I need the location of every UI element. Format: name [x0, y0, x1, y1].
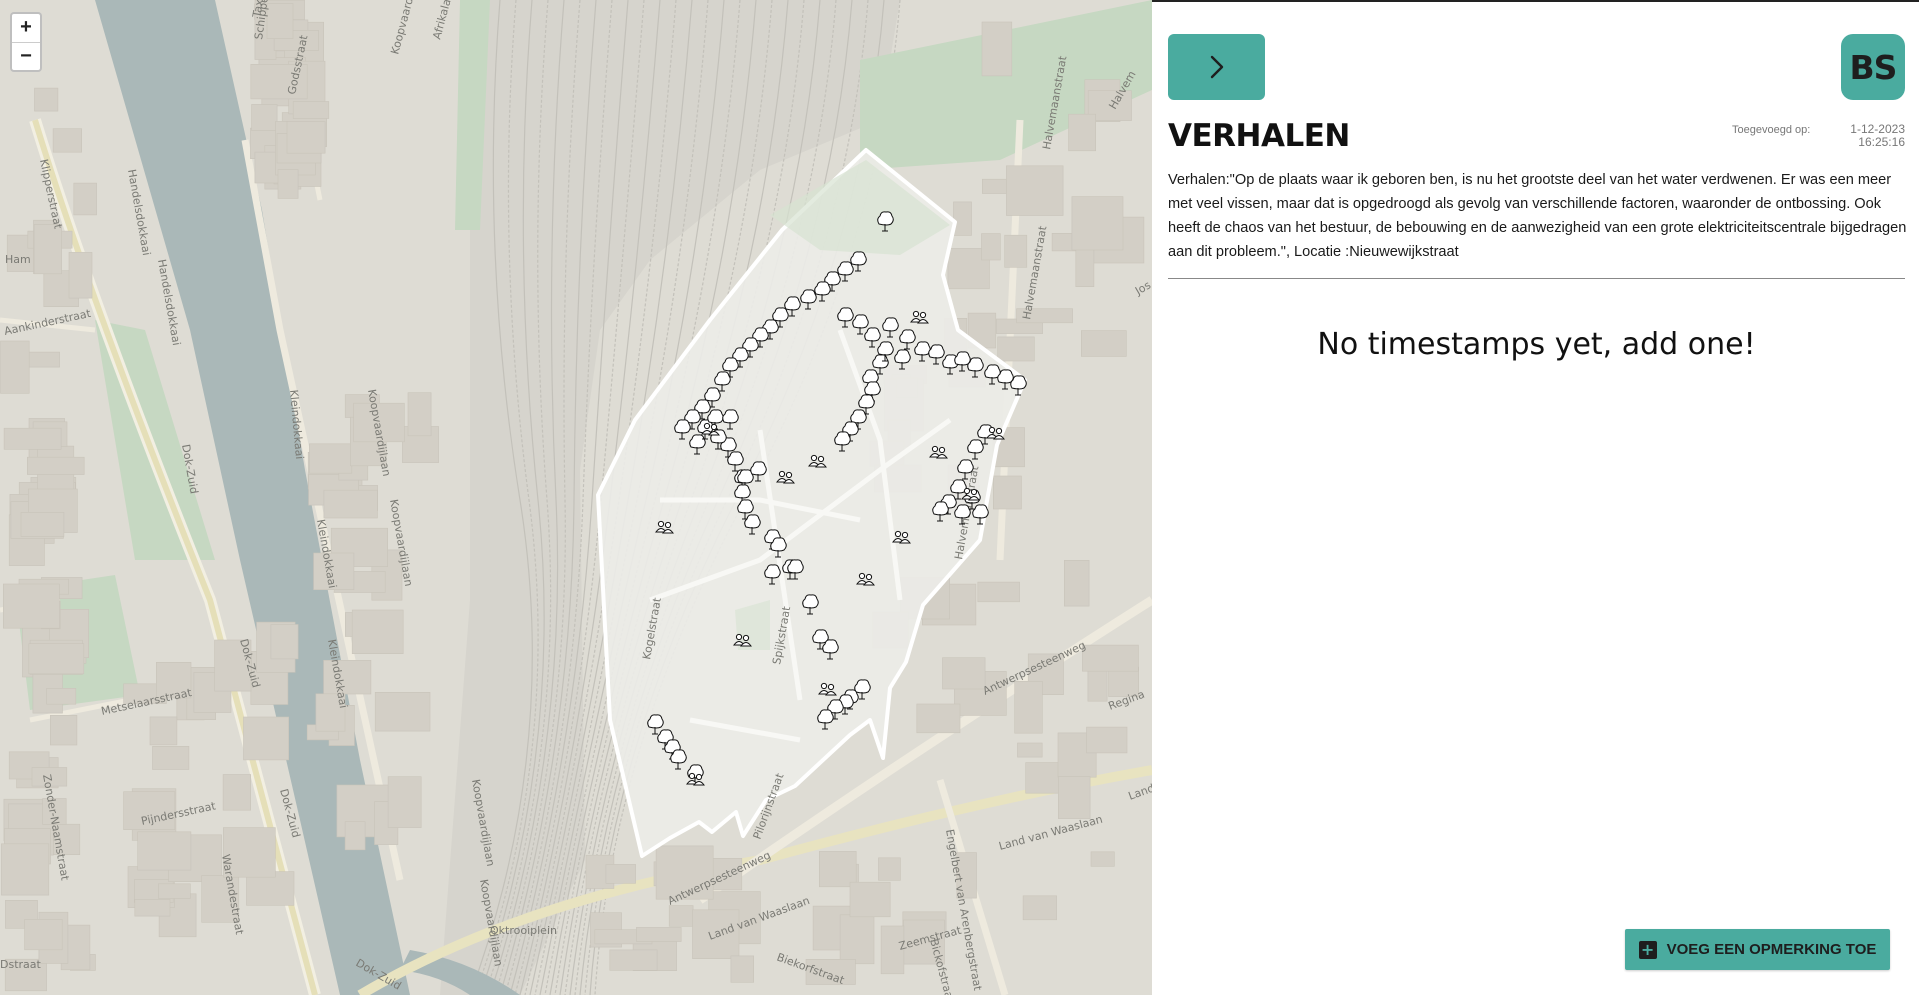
street-label: Dstraat — [0, 958, 42, 971]
zoom-control: + − — [10, 12, 42, 72]
plus-square-icon: + — [1638, 940, 1657, 959]
zoom-in-button[interactable]: + — [12, 14, 40, 42]
story-text: Verhalen:"Op de plaats waar ik geboren b… — [1168, 172, 1907, 260]
add-comment-label: VOEG EEN OPMERKING TOE — [1666, 941, 1877, 958]
add-comment-button[interactable]: + VOEG EEN OPMERKING TOE — [1625, 929, 1890, 970]
chevron-right-icon — [1210, 55, 1223, 79]
zoom-out-button[interactable]: − — [12, 42, 40, 70]
app-root: TaxusstraatSchipperskaaiGodsstraatKoopva… — [0, 0, 1919, 995]
divider — [1168, 278, 1905, 279]
user-avatar[interactable]: BS — [1841, 34, 1905, 100]
added-label: Toegevoegd op: — [1732, 124, 1811, 136]
map-canvas[interactable]: TaxusstraatSchipperskaaiGodsstraatKoopva… — [0, 0, 1152, 995]
map-view[interactable]: TaxusstraatSchipperskaaiGodsstraatKoopva… — [0, 0, 1152, 995]
added-time: 16:25:16 — [1858, 135, 1905, 149]
collapse-panel-button[interactable] — [1168, 34, 1265, 100]
panel-title: VERHALEN — [1168, 118, 1350, 154]
street-label: Oktrooiplein — [490, 924, 557, 937]
story-panel: BS VERHALEN Toegevoegd op: 1-12-2023 16:… — [1152, 0, 1919, 995]
street-label: Ham — [5, 253, 31, 266]
added-timestamp: 1-12-2023 16:25:16 — [1850, 123, 1905, 149]
empty-timestamps-message: No timestamps yet, add one! — [1317, 327, 1756, 362]
